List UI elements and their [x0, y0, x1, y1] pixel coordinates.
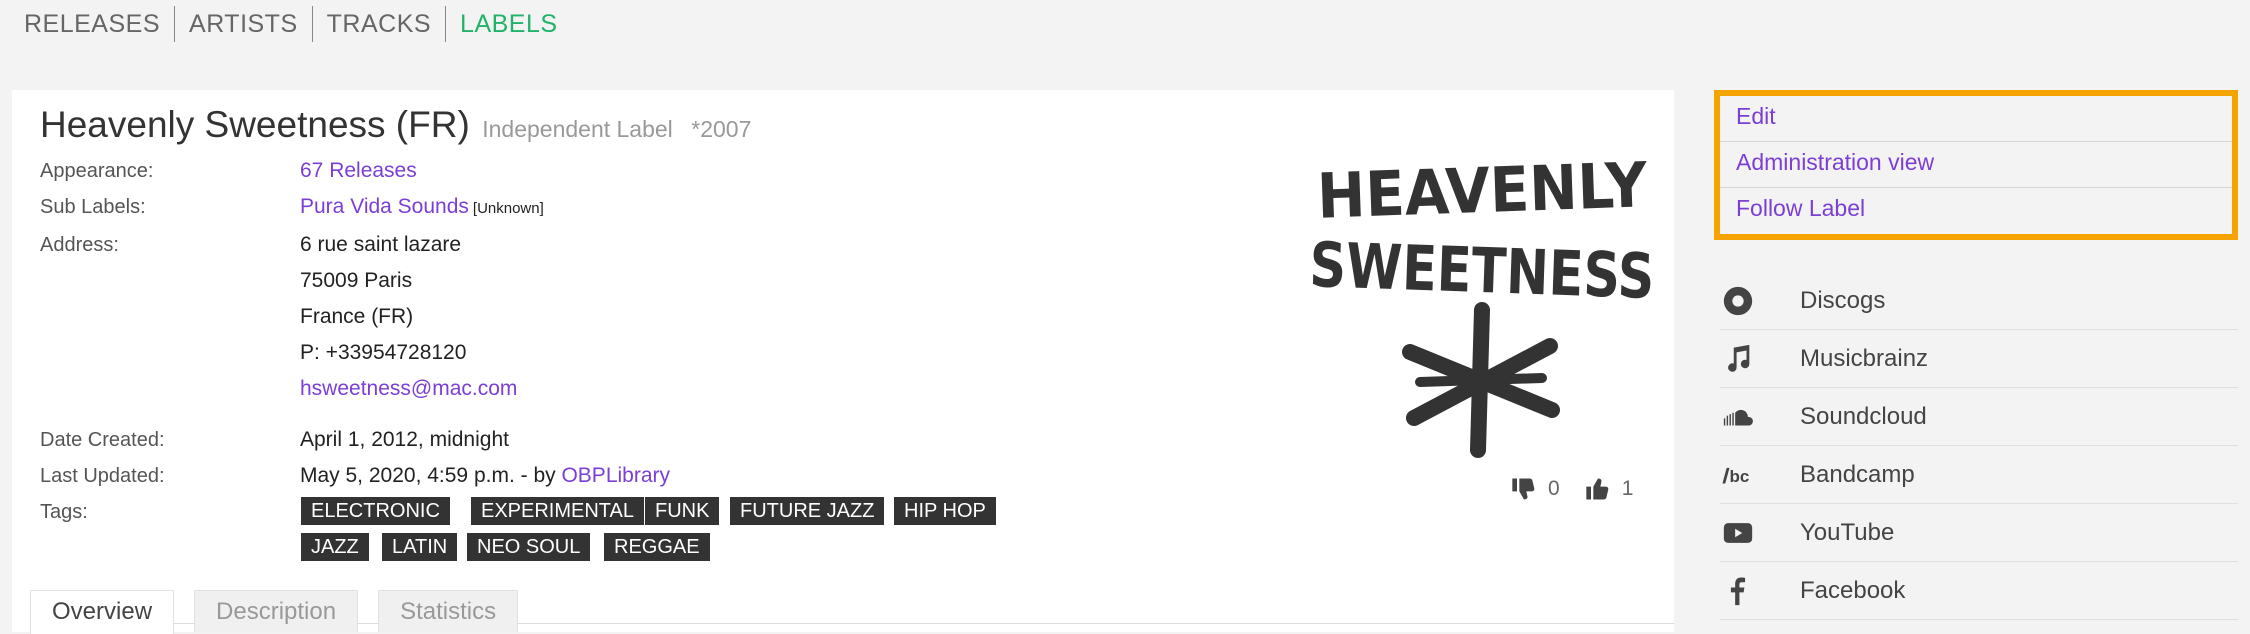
label-header: Heavenly Sweetness (FR) Independent Labe…: [40, 104, 751, 146]
ext-link-youtube[interactable]: YouTube: [1720, 504, 2238, 562]
appearance-value: 67 Releases: [300, 159, 417, 183]
ext-link-label: Soundcloud: [1800, 402, 1927, 430]
updated-by-user-link[interactable]: OBPLibrary: [561, 464, 670, 487]
date-created-label: Date Created:: [40, 429, 165, 451]
ext-link-bandcamp[interactable]: bc Bandcamp: [1720, 446, 2238, 504]
bandcamp-icon: bc: [1720, 457, 1756, 493]
youtube-icon: [1720, 515, 1756, 551]
vote-controls: 0 1: [1510, 475, 1657, 503]
discogs-icon: [1720, 283, 1756, 319]
thumbs-down-icon[interactable]: [1510, 475, 1538, 503]
address-line2: 75009 Paris: [300, 269, 413, 292]
tab-statistics[interactable]: Statistics: [378, 590, 519, 633]
ext-link-discogs[interactable]: Discogs: [1720, 272, 2238, 330]
tab-description[interactable]: Description: [194, 590, 359, 633]
tag[interactable]: FUNK: [645, 497, 720, 525]
sublabels-label: Sub Labels:: [40, 196, 146, 218]
releases-count-link[interactable]: 67 Releases: [300, 159, 417, 182]
label-detail-panel: Heavenly Sweetness (FR) Independent Labe…: [12, 90, 1674, 634]
phone-number: P: +33954728120: [300, 341, 467, 364]
logo-text-line1: HEAVENLY: [1316, 148, 1649, 233]
nav-artists[interactable]: ARTISTS: [175, 6, 312, 42]
ext-link-label: Discogs: [1800, 286, 1886, 314]
facebook-icon: [1720, 573, 1756, 609]
tag[interactable]: HIP HOP: [894, 497, 996, 525]
external-links: Discogs Musicbrainz Soundcloud bc Bandca…: [1720, 272, 2238, 620]
nav-labels[interactable]: LABELS: [446, 6, 572, 42]
content-tabs: Overview Description Statistics: [30, 580, 538, 634]
sublabel-note: [Unknown]: [472, 200, 544, 217]
date-created-value: April 1, 2012, midnight: [300, 428, 509, 451]
address-line1: 6 rue saint lazare: [300, 233, 462, 256]
label-actions-box: Edit Administration view Follow Label: [1714, 90, 2238, 240]
sublabel-link[interactable]: Pura Vida Sounds: [300, 195, 469, 218]
ext-link-label: Facebook: [1800, 576, 1906, 604]
ext-link-label: YouTube: [1800, 518, 1895, 546]
appearance-label: Appearance:: [40, 160, 154, 182]
last-updated-text: May 5, 2020, 4:59 p.m. - by: [300, 464, 562, 487]
soundcloud-icon: [1720, 399, 1756, 435]
tag[interactable]: LATIN: [382, 533, 458, 561]
tag[interactable]: EXPERIMENTAL: [471, 497, 644, 525]
email-link[interactable]: hsweetness@mac.com: [300, 377, 517, 400]
tag[interactable]: JAZZ: [301, 533, 369, 561]
address-label: Address:: [40, 234, 119, 256]
tags-label: Tags:: [40, 501, 88, 523]
nav-releases[interactable]: RELEASES: [14, 6, 174, 42]
ext-link-label: Musicbrainz: [1800, 344, 1929, 372]
administration-view-link[interactable]: Administration view: [1720, 142, 2232, 188]
thumbs-up-icon[interactable]: [1584, 475, 1612, 503]
last-updated-value: May 5, 2020, 4:59 p.m. - by OBPLibrary: [300, 464, 670, 488]
address-line3: France (FR): [300, 305, 414, 328]
ext-link-label: Bandcamp: [1800, 460, 1915, 488]
tag[interactable]: REGGAE: [604, 533, 710, 561]
downvote-count: 0: [1548, 477, 1560, 500]
music-note-icon: [1720, 341, 1756, 377]
tag[interactable]: ELECTRONIC: [301, 497, 450, 525]
ext-link-musicbrainz[interactable]: Musicbrainz: [1720, 330, 2238, 388]
label-logo: HEAVENLY SWEETNESS: [1308, 148, 1656, 458]
ext-link-facebook[interactable]: Facebook: [1720, 562, 2238, 620]
label-name: Heavenly Sweetness (FR): [40, 104, 470, 145]
sublabels-value: Pura Vida Sounds [Unknown]: [300, 195, 544, 219]
top-nav: RELEASES ARTISTS TRACKS LABELS: [14, 6, 572, 42]
label-type: Independent Label: [482, 116, 673, 142]
logo-text-line2: SWEETNESS: [1308, 228, 1655, 313]
email-value: hsweetness@mac.com: [300, 377, 517, 401]
tag[interactable]: NEO SOUL: [467, 533, 591, 561]
tab-overview[interactable]: Overview: [30, 590, 175, 634]
nav-tracks[interactable]: TRACKS: [313, 6, 445, 42]
follow-label-link[interactable]: Follow Label: [1720, 188, 2232, 234]
last-updated-label: Last Updated:: [40, 465, 165, 487]
label-founded: *2007: [691, 116, 752, 142]
ext-link-soundcloud[interactable]: Soundcloud: [1720, 388, 2238, 446]
upvote-count: 1: [1621, 477, 1634, 500]
edit-link[interactable]: Edit: [1720, 96, 2232, 142]
tag[interactable]: FUTURE JAZZ: [730, 497, 885, 525]
svg-text:bc: bc: [1730, 467, 1750, 486]
